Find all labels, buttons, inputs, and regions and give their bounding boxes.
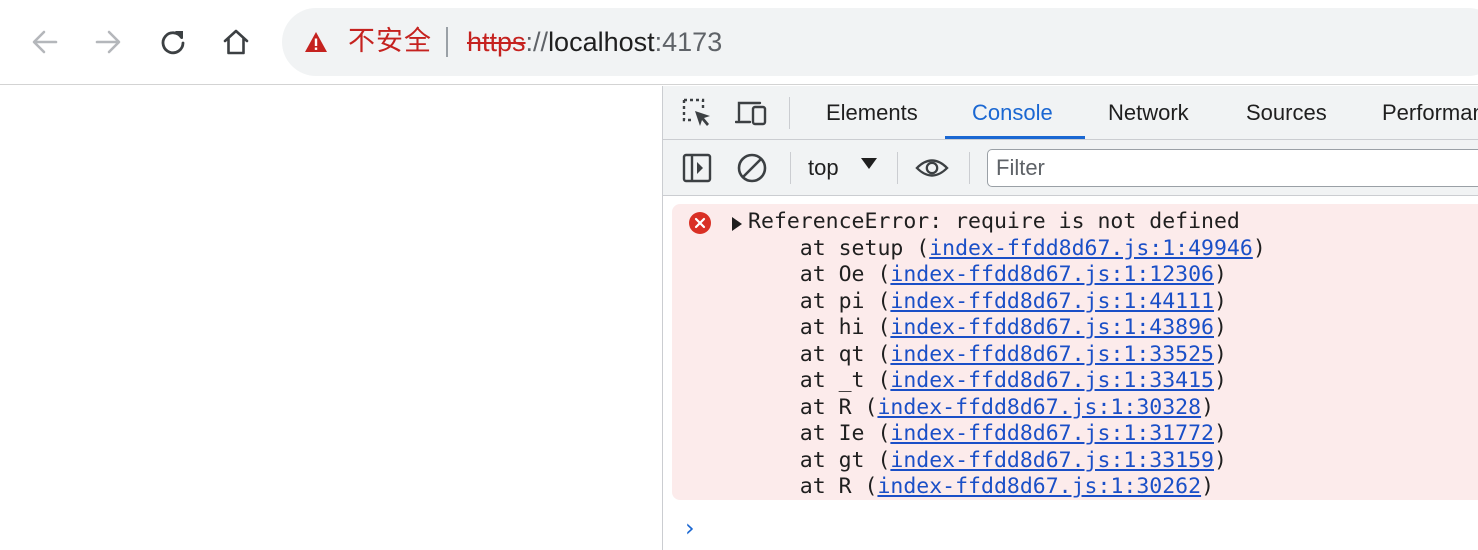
filter-input[interactable]: [987, 149, 1478, 187]
active-tab-indicator: [945, 136, 1085, 139]
tab-network[interactable]: Network: [1108, 86, 1189, 140]
console-toolbar-separator: [897, 152, 898, 184]
clear-console-button[interactable]: [735, 151, 769, 185]
console-error-message: ReferenceError: require is not defined a…: [672, 204, 1478, 500]
stack-frame: at setup (index-ffdd8d67.js:1:49946): [748, 236, 1266, 263]
stack-frame-function: at Ie (: [748, 421, 891, 446]
console-toolbar-separator: [790, 152, 791, 184]
source-link[interactable]: index-ffdd8d67.js:1:44111: [890, 289, 1214, 314]
context-selector[interactable]: top: [808, 152, 839, 184]
stack-frame-close-paren: ): [1214, 447, 1227, 473]
source-link[interactable]: index-ffdd8d67.js:1:12306: [890, 262, 1214, 287]
stack-frame: at pi (index-ffdd8d67.js:1:44111): [748, 289, 1266, 316]
source-link[interactable]: index-ffdd8d67.js:1:49946: [929, 236, 1253, 261]
sidebar-toggle-button[interactable]: [680, 151, 714, 185]
stack-frame-function: at _t (: [748, 368, 891, 393]
forward-arrow-icon: [95, 30, 121, 54]
back-button[interactable]: [25, 22, 65, 62]
console-output: ReferenceError: require is not defined a…: [663, 196, 1478, 550]
clear-console-icon: [737, 153, 767, 183]
device-toolbar-icon: [735, 101, 767, 126]
stack-frame-function: at pi (: [748, 288, 891, 314]
url-text[interactable]: https://localhost:4173: [467, 24, 722, 60]
stack-frame-close-paren: ): [1214, 341, 1227, 367]
stack-frame: at R (index-ffdd8d67.js:1:30328): [748, 395, 1266, 422]
stack-frame: at Oe (index-ffdd8d67.js:1:12306): [748, 262, 1266, 289]
page-content: [0, 86, 662, 550]
stack-frame: at hi (index-ffdd8d67.js:1:43896): [748, 315, 1266, 342]
device-toolbar-button[interactable]: [735, 96, 769, 130]
stack-frame: at qt (index-ffdd8d67.js:1:33525): [748, 342, 1266, 369]
stack-frame-close-paren: ): [1214, 368, 1227, 393]
stack-frame-close-paren: ): [1214, 262, 1227, 287]
forward-button[interactable]: [88, 22, 128, 62]
source-link[interactable]: index-ffdd8d67.js:1:33159: [890, 448, 1214, 473]
url-separator: ://: [525, 27, 549, 57]
omnibox-divider: [446, 27, 448, 57]
source-link[interactable]: index-ffdd8d67.js:1:30262: [877, 474, 1201, 499]
stack-frame-close-paren: ): [1252, 235, 1266, 261]
url-scheme: https: [467, 27, 526, 57]
stack-frame-close-paren: ): [1214, 315, 1227, 340]
stack-frame: at Ie (index-ffdd8d67.js:1:31772): [748, 421, 1266, 448]
tab-console[interactable]: Console: [972, 86, 1053, 140]
browser-toolbar: 不安全 https://localhost:4173: [0, 0, 1478, 85]
stack-frame-function: at Oe (: [748, 262, 891, 287]
source-link[interactable]: index-ffdd8d67.js:1:43896: [890, 315, 1214, 340]
back-arrow-icon: [32, 30, 58, 54]
stack-frame: at gt (index-ffdd8d67.js:1:33159): [748, 448, 1266, 475]
console-toolbar-separator: [969, 152, 970, 184]
url-host: localhost: [548, 27, 655, 57]
stack-frame-function: at R (: [748, 474, 878, 499]
home-icon: [223, 29, 249, 55]
sidebar-toggle-icon: [682, 153, 712, 183]
tab-bar-separator: [789, 97, 790, 129]
stack-frame-close-paren: ): [1214, 421, 1227, 446]
stack-frame-function: at hi (: [748, 315, 891, 340]
stack-trace: at setup (index-ffdd8d67.js:1:49946) at …: [748, 236, 1266, 501]
stack-frame: at R (index-ffdd8d67.js:1:30262): [748, 474, 1266, 501]
devtools-tab-bar: Elements Console Network Sources Perform…: [663, 86, 1478, 140]
tab-elements[interactable]: Elements: [826, 86, 918, 140]
stack-frame-function: at qt (: [748, 341, 891, 367]
warning-icon: [305, 32, 327, 52]
stack-frame-close-paren: ): [1201, 394, 1215, 420]
reload-icon: [161, 31, 185, 55]
tab-performance[interactable]: Performance: [1382, 86, 1478, 140]
live-expression-button[interactable]: [915, 151, 949, 185]
home-button[interactable]: [216, 22, 256, 62]
stack-frame-close-paren: ): [1214, 288, 1227, 314]
console-prompt[interactable]: ›: [685, 514, 695, 542]
error-icon: [689, 212, 711, 234]
source-link[interactable]: index-ffdd8d67.js:1:31772: [890, 421, 1214, 446]
tab-sources[interactable]: Sources: [1246, 86, 1327, 140]
inspect-element-button[interactable]: [680, 96, 714, 130]
reload-button[interactable]: [153, 22, 193, 62]
expand-triangle-icon[interactable]: [732, 217, 742, 231]
inspect-element-icon: [682, 98, 710, 126]
error-title: ReferenceError: require is not defined: [748, 209, 1240, 234]
source-link[interactable]: index-ffdd8d67.js:1:30328: [877, 395, 1201, 420]
stack-frame-function: at setup (: [748, 235, 930, 261]
source-link[interactable]: index-ffdd8d67.js:1:33415: [890, 368, 1214, 393]
source-link[interactable]: index-ffdd8d67.js:1:33525: [890, 342, 1214, 367]
stack-frame: at _t (index-ffdd8d67.js:1:33415): [748, 368, 1266, 395]
chevron-down-icon[interactable]: [861, 158, 877, 169]
console-toolbar: top: [663, 140, 1478, 196]
eye-icon: [915, 159, 949, 177]
devtools-panel: Elements Console Network Sources Perform…: [662, 86, 1478, 550]
stack-frame-function: at gt (: [748, 447, 891, 473]
security-status-label[interactable]: 不安全: [348, 24, 432, 60]
stack-frame-function: at R (: [748, 394, 878, 420]
address-bar[interactable]: 不安全 https://localhost:4173: [282, 8, 1478, 76]
stack-frame-close-paren: ): [1201, 474, 1215, 499]
url-port: :4173: [654, 27, 723, 57]
